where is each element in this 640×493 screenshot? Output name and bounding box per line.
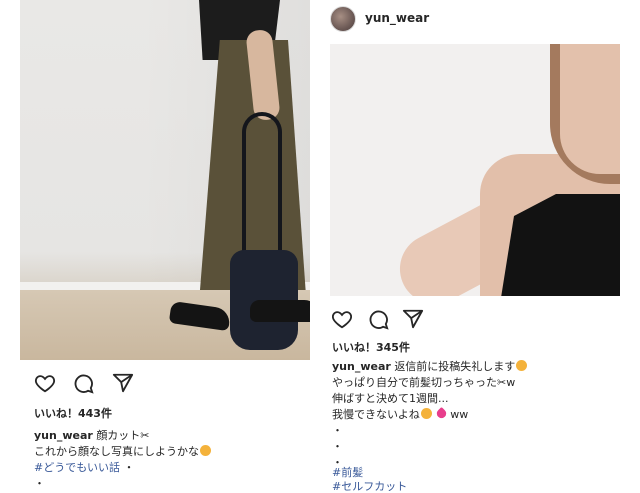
caption-line-1: yun_wear 顔カット✂ bbox=[34, 428, 150, 443]
send-icon[interactable] bbox=[402, 308, 424, 330]
face bbox=[560, 44, 620, 174]
heart-icon[interactable] bbox=[34, 372, 56, 394]
pink-heart-emoji-icon bbox=[434, 406, 448, 421]
shoe-right bbox=[250, 300, 310, 322]
hashtag-link[interactable]: #どうでもいい話 bbox=[34, 461, 120, 474]
send-icon[interactable] bbox=[112, 372, 134, 394]
left-post-photo[interactable] bbox=[20, 0, 310, 360]
caption-line-3: 伸ばすと決めて1週間... bbox=[332, 392, 449, 405]
likes-count[interactable]: いいね！443件 bbox=[34, 406, 112, 421]
left-post: いいね！443件 yun_wear 顔カット✂ これから顔なし写真にしようかな … bbox=[0, 0, 320, 493]
caption-line-2: やっぱり自分で前髪切っちゃった✂w bbox=[332, 376, 516, 389]
bag-strap bbox=[242, 112, 282, 257]
likes-count[interactable]: いいね！345件 bbox=[332, 340, 410, 355]
avatar[interactable] bbox=[330, 6, 356, 32]
sweat-smile-emoji-icon bbox=[516, 360, 528, 371]
caption-text: 返信前に投稿失礼します bbox=[394, 360, 516, 373]
right-post-photo[interactable] bbox=[330, 44, 620, 296]
caption-username[interactable]: yun_wear bbox=[34, 429, 93, 442]
dot: ・ bbox=[123, 461, 135, 474]
caption-line-3: #どうでもいい話 ・ bbox=[34, 460, 135, 475]
caption-text-2: これから顔なし写真にしようかな bbox=[34, 445, 199, 458]
caption-line-2: これから顔なし写真にしようかな bbox=[34, 444, 211, 459]
worried-face-emoji-icon bbox=[200, 445, 211, 456]
caption-username[interactable]: yun_wear bbox=[332, 360, 391, 373]
caption-dot: ・ bbox=[332, 440, 343, 453]
comment-icon[interactable] bbox=[367, 308, 389, 330]
comment-icon[interactable] bbox=[72, 372, 94, 394]
hashtag-link[interactable]: #セルフカット bbox=[332, 479, 407, 493]
caption-dot: ・ bbox=[34, 477, 45, 490]
caption-text-4: 我慢できないよね bbox=[332, 408, 420, 421]
caption-dot: ・ bbox=[332, 424, 343, 437]
caption-line-4: 我慢できないよね ww bbox=[332, 406, 469, 422]
hashtag-link[interactable]: #前髪 bbox=[332, 465, 363, 480]
caption-text-4b: ww bbox=[450, 408, 469, 421]
post-header-username[interactable]: yun_wear bbox=[365, 11, 429, 25]
smile-emoji-icon bbox=[420, 408, 432, 419]
caption-text: 顔カット✂ bbox=[96, 429, 150, 442]
caption-line-1: yun_wear 返信前に投稿失礼します bbox=[332, 359, 528, 374]
heart-icon[interactable] bbox=[331, 308, 353, 330]
